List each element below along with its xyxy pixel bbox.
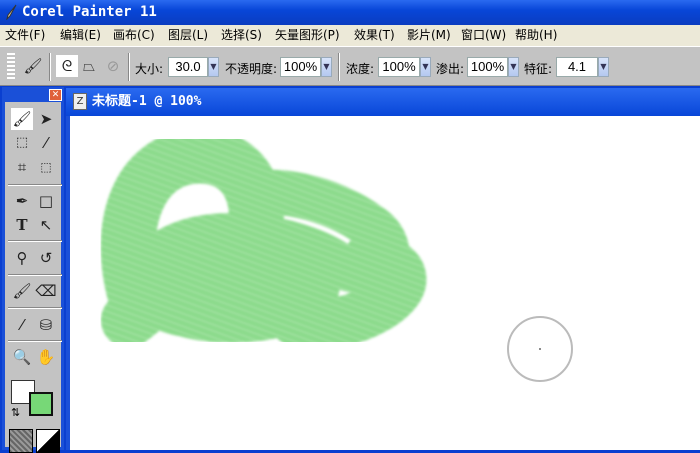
menu-help[interactable]: 帮助(H) (515, 25, 557, 46)
magic-wand-icon[interactable]: ⁄ (35, 132, 57, 154)
size-dropdown[interactable]: ▼ (208, 57, 219, 77)
density-dropdown[interactable]: ▼ (420, 57, 431, 77)
paper-selector-icon[interactable] (9, 429, 33, 453)
paint-bucket-icon[interactable]: ⛁ (35, 314, 57, 336)
menu-layers[interactable]: 图层(L) (168, 25, 208, 46)
size-input[interactable]: 30.0 (168, 57, 208, 77)
freehand-stroke-icon[interactable]: ᘓ (56, 55, 78, 77)
brush-icon[interactable]: 🖌 (22, 55, 44, 77)
feature-input[interactable]: 4.1 (556, 57, 598, 77)
text-tool-icon[interactable]: T (11, 214, 33, 236)
menu-window[interactable]: 窗口(W) (461, 25, 506, 46)
document-title-bar: 未标题-1 @ 100% (66, 88, 700, 116)
bleed-dropdown[interactable]: ▼ (508, 57, 519, 77)
green-brush-stroke (100, 128, 427, 350)
crop-icon[interactable]: ⌗ (11, 156, 33, 178)
toolbar-grip[interactable] (7, 53, 15, 81)
cloner-icon[interactable]: 🖌 (11, 280, 33, 302)
feature-dropdown[interactable]: ▼ (598, 57, 609, 77)
dropper-icon[interactable]: ⁄ (11, 314, 33, 336)
density-input[interactable]: 100% (378, 57, 420, 77)
document-title: 未标题-1 @ 100% (92, 94, 202, 109)
size-label: 大小: (135, 62, 164, 76)
rect-selection-icon[interactable]: ⬚ (11, 132, 33, 154)
property-bar: 🖌 ᘓ ⏢ ⊘ 大小: 30.0 ▼ 不透明度: 100% ▼ 浓度: 100%… (0, 46, 700, 86)
bleed-label: 渗出: (436, 62, 465, 76)
brush-cursor-center (539, 348, 541, 350)
density-label: 浓度: (346, 62, 375, 76)
document-icon: Z (73, 93, 87, 110)
grabber-hand-icon[interactable]: ✋ (35, 346, 57, 368)
menu-file[interactable]: 文件(F) (5, 25, 45, 46)
toolbox-panel: 🖌 ➤ ⬚ ⁄ ⌗ ⬚ ✒ □ T ↖ ⚲ ↺ 🖌 ⌫ ⁄ ⛁ 🔍 ✋ ⇅ (2, 87, 64, 453)
layer-adjuster-icon[interactable]: ➤ (35, 108, 57, 130)
menu-edit[interactable]: 编辑(E) (60, 25, 101, 46)
opacity-input[interactable]: 100% (280, 57, 321, 77)
app-title: Corel Painter 11 (22, 4, 157, 20)
menu-movie[interactable]: 影片(M) (407, 25, 451, 46)
rectangle-shape-icon[interactable]: □ (35, 190, 57, 212)
brush-tool-icon[interactable]: 🖌 (11, 108, 33, 130)
straight-lines-icon[interactable]: ⏢ (78, 55, 100, 77)
dodge-icon[interactable]: ⚲ (11, 247, 33, 269)
gradient-selector-icon[interactable] (36, 429, 60, 453)
opacity-dropdown[interactable]: ▼ (321, 57, 332, 77)
feature-label: 特征: (524, 62, 553, 76)
painter-app-icon (6, 4, 17, 20)
selection-adjuster-icon[interactable]: ⬚ (35, 156, 57, 178)
pen-icon[interactable]: ✒ (11, 190, 33, 212)
menu-bar: 文件(F) 编辑(E) 画布(C) 图层(L) 选择(S) 矢量图形(P) 效果… (0, 25, 700, 46)
magnifier-icon[interactable]: 🔍 (11, 346, 33, 368)
toolbox-close-button[interactable]: ✕ (49, 89, 62, 101)
menu-shapes[interactable]: 矢量图形(P) (275, 25, 340, 46)
additional-color-swatch[interactable] (29, 392, 53, 416)
bleed-input[interactable]: 100% (467, 57, 508, 77)
opacity-label: 不透明度: (225, 62, 278, 76)
canvas[interactable] (70, 116, 700, 450)
menu-effects[interactable]: 效果(T) (354, 25, 395, 46)
rubber-stamp-icon[interactable]: ↺ (35, 247, 57, 269)
reset-tool-icon[interactable]: ⊘ (102, 55, 124, 77)
app-title-bar: Corel Painter 11 (0, 0, 700, 25)
eraser-icon[interactable]: ⌫ (35, 280, 57, 302)
swap-colors-icon[interactable]: ⇅ (11, 406, 20, 419)
shape-selection-icon[interactable]: ↖ (35, 214, 57, 236)
menu-canvas[interactable]: 画布(C) (113, 25, 155, 46)
menu-select[interactable]: 选择(S) (221, 25, 262, 46)
